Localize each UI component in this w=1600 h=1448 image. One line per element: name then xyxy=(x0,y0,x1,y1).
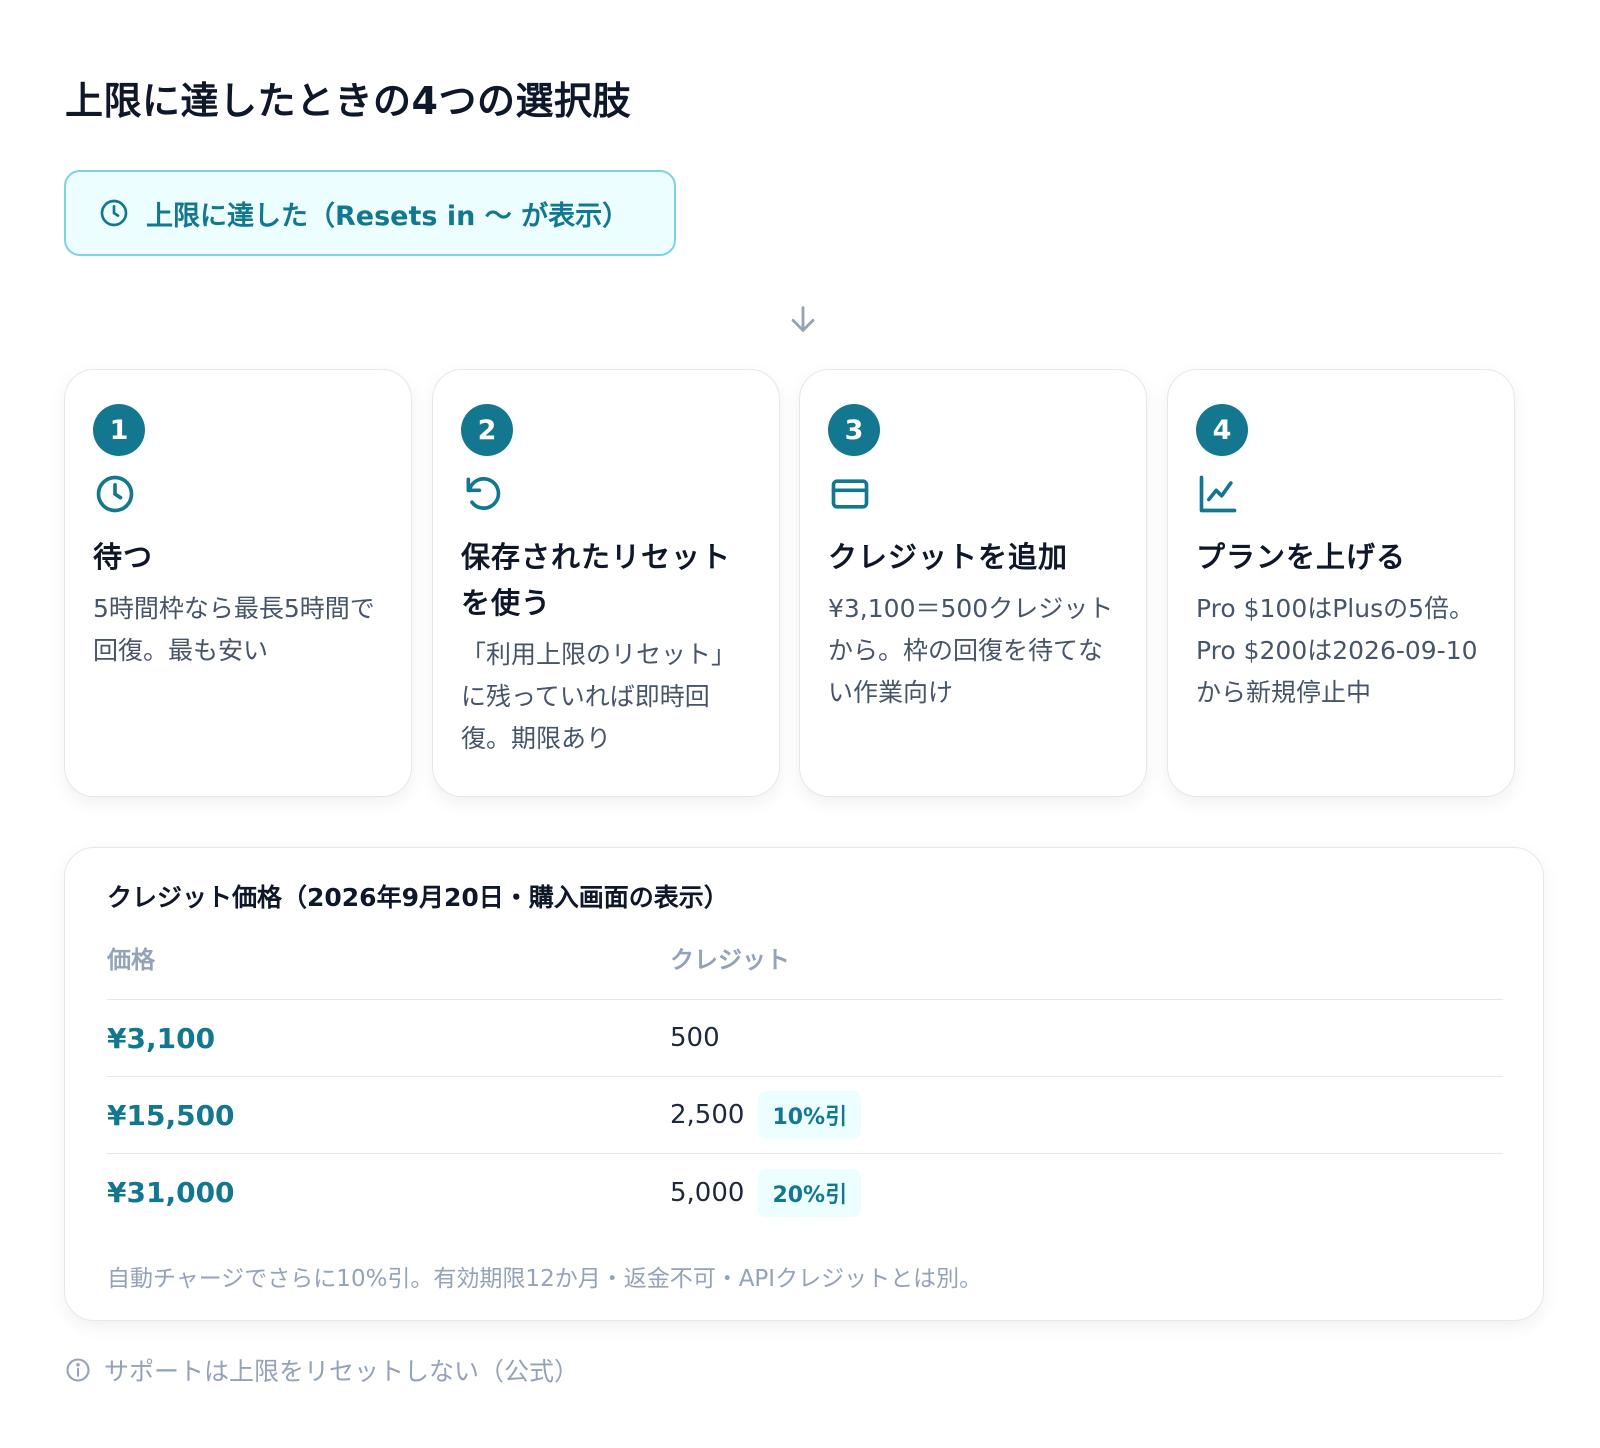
credits-cell: 500 xyxy=(670,1023,720,1053)
table-header: 価格 クレジット xyxy=(107,940,1503,1000)
table-row: ¥3,100 500 xyxy=(107,1000,1503,1077)
step-number: 1 xyxy=(93,404,145,456)
price-cell: ¥3,100 xyxy=(107,1021,216,1055)
step-number: 3 xyxy=(828,404,880,456)
step-number: 2 xyxy=(461,404,513,456)
option-description: 5時間枠なら最長5時間で回復。最も安い xyxy=(93,594,375,665)
option-description: Pro $100はPlusの5倍。Pro $200は2026-09-10から新規… xyxy=(1196,594,1478,707)
discount-badge: 10%引 xyxy=(758,1091,862,1139)
credits-cell: 2,500 10%引 xyxy=(670,1091,862,1139)
credits-value: 500 xyxy=(670,1023,720,1053)
column-header-price: 価格 xyxy=(107,946,155,974)
arrow-down-icon xyxy=(791,306,815,332)
option-description: ¥3,100＝500クレジットから。枠の回復を待てない作業向け xyxy=(828,594,1114,707)
option-title: 待つ xyxy=(93,540,154,574)
pricing-table: 価格 クレジット ¥3,100 500 ¥15,500 2,500 10%引 ¥… xyxy=(107,940,1503,1231)
option-card-saved-reset: 2 保存されたリセットを使う 「利用上限のリセット」に残っていれば即時回復。期限… xyxy=(432,369,780,797)
support-note: サポートは上限をリセットしない（公式） xyxy=(64,1352,579,1388)
pricing-title: クレジット価格（2026年9月20日・購入画面の表示） xyxy=(107,883,729,912)
option-title: 保存されたリセットを使う xyxy=(461,540,732,620)
option-card-add-credits: 3 クレジットを追加 ¥3,100＝500クレジットから。枠の回復を待てない作業… xyxy=(799,369,1147,797)
clock-icon xyxy=(100,199,128,227)
table-row: ¥15,500 2,500 10%引 xyxy=(107,1077,1503,1154)
table-row: ¥31,000 5,000 20%引 xyxy=(107,1154,1503,1231)
credits-value: 5,000 xyxy=(670,1177,745,1208)
clock-icon xyxy=(96,475,134,513)
discount-badge: 20%引 xyxy=(758,1168,862,1217)
option-title: プランを上げる xyxy=(1196,540,1407,574)
credit-card-icon xyxy=(831,479,869,509)
credits-value: 2,500 xyxy=(670,1100,745,1130)
option-description: 「利用上限のリセット」に残っていれば即時回復。期限あり xyxy=(461,640,737,753)
banner-label: 上限に達した（Resets in 〜 が表示） xyxy=(146,200,630,232)
column-header-credits: クレジット xyxy=(670,946,790,974)
limit-reached-banner: 上限に達した（Resets in 〜 が表示） xyxy=(64,170,676,256)
option-card-upgrade-plan: 4 プランを上げる Pro $100はPlusの5倍。Pro $200は2026… xyxy=(1167,369,1515,797)
page-title: 上限に達したときの4つの選択肢 xyxy=(65,79,631,123)
options-list: 1 待つ 5時間枠なら最長5時間で回復。最も安い 2 保存されたリセットを使う … xyxy=(64,369,1544,797)
info-icon xyxy=(66,1358,90,1382)
option-card-wait: 1 待つ 5時間枠なら最長5時間で回復。最も安い xyxy=(64,369,412,797)
support-note-text: サポートは上限をリセットしない（公式） xyxy=(104,1357,580,1386)
reset-icon xyxy=(466,477,501,510)
credits-cell: 5,000 20%引 xyxy=(670,1168,862,1217)
price-cell: ¥31,000 xyxy=(107,1176,235,1209)
price-cell: ¥15,500 xyxy=(107,1098,235,1132)
chart-line-icon xyxy=(1199,475,1237,513)
credit-pricing-panel: クレジット価格（2026年9月20日・購入画面の表示） 価格 クレジット ¥3,… xyxy=(64,847,1544,1321)
step-number: 4 xyxy=(1196,404,1248,456)
pricing-note: 自動チャージでさらに10%引。有効期限12か月・返金不可・APIクレジットとは別… xyxy=(107,1266,983,1292)
option-title: クレジットを追加 xyxy=(828,540,1069,574)
